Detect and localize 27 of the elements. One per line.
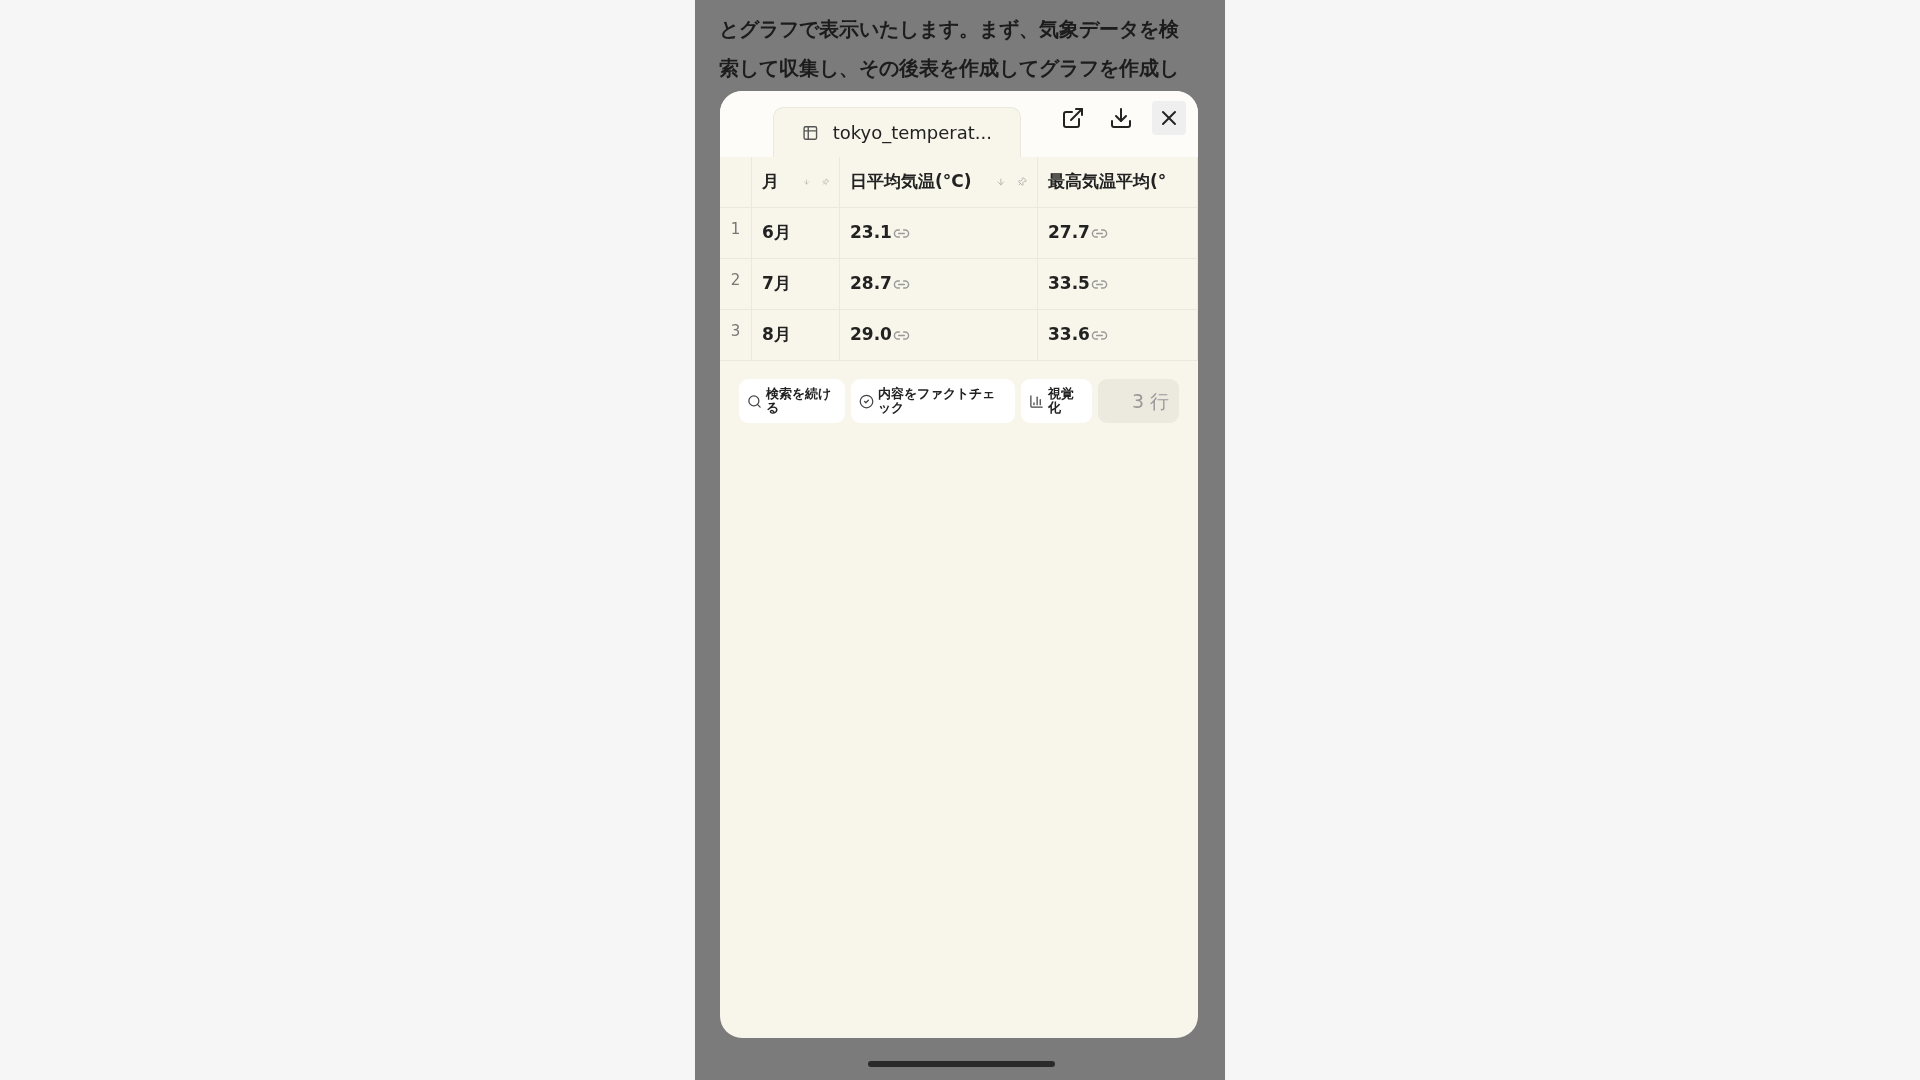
column-header[interactable]: 月 <box>762 169 779 195</box>
column-header[interactable]: 最高気温平均(° <box>1048 169 1167 195</box>
check-circle-icon <box>859 393 875 409</box>
row-count-chip: 3 行 <box>1097 379 1179 423</box>
column-header[interactable]: 日平均気温(°C) <box>850 169 972 195</box>
open-external-icon <box>1061 106 1085 130</box>
table-cell-text: 33.6 <box>1048 323 1090 347</box>
close-button[interactable] <box>1152 101 1186 135</box>
action-button[interactable]: 視覚化 <box>1021 379 1092 423</box>
table-cell-text: 7月 <box>762 272 791 296</box>
action-button[interactable]: 内容をファクトチェック <box>851 379 1016 423</box>
chat-paragraph: とグラフで表示いたします。まず、気象データを検索して収集し、その後表を作成してグラフを作成し <box>718 16 1180 82</box>
row-number: 2 <box>730 270 741 291</box>
table-cell-text: 23.1 <box>850 221 892 245</box>
table-cell-text: 33.5 <box>1048 272 1090 296</box>
row-number: 3 <box>730 321 741 342</box>
bar-chart-icon <box>1029 393 1045 409</box>
action-button[interactable]: 検索を続ける <box>739 379 846 423</box>
table-cell-text: 29.0 <box>850 323 892 347</box>
file-tab[interactable]: tokyo_temperat... <box>773 107 1021 157</box>
table-cell-text: 8月 <box>762 323 791 347</box>
table-cell-text: 6月 <box>762 221 791 245</box>
search-icon <box>747 393 762 409</box>
table-cell-text: 28.7 <box>850 272 892 296</box>
download-icon <box>1109 106 1133 130</box>
table-cell-text: 27.7 <box>1048 221 1090 245</box>
row-number: 1 <box>730 219 741 240</box>
